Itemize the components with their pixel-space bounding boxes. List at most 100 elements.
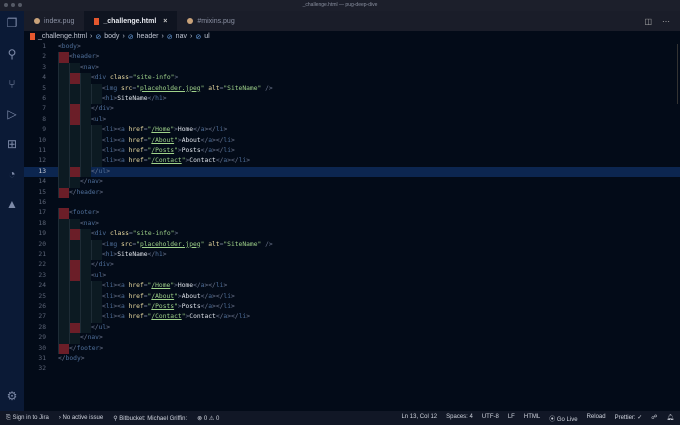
extensions-icon[interactable]: ⊞ xyxy=(5,137,19,151)
tab-index-pug[interactable]: index.pug xyxy=(24,11,85,31)
indent-guide xyxy=(91,135,102,146)
indent-guide xyxy=(80,83,91,94)
code-token: a xyxy=(120,292,129,300)
code-line[interactable]: 6 <h1>SiteName</h1> xyxy=(24,94,680,105)
code-line[interactable]: 10 <li><a href="/About">About</a></li> xyxy=(24,135,680,146)
code-line[interactable]: 19 <div class="site-info"> xyxy=(24,229,680,240)
code-token: div xyxy=(94,230,110,238)
indent-guide xyxy=(91,94,102,105)
code-line[interactable]: 12 <li><a href="/Contact">Contact</a></li… xyxy=(24,156,680,167)
gitlens-icon[interactable]: ◔ xyxy=(5,167,19,181)
breadcrumb-item[interactable]: nav xyxy=(176,33,187,40)
close-icon[interactable]: × xyxy=(163,18,167,25)
indent-guide xyxy=(80,229,91,240)
code-line[interactable]: 1 <body> xyxy=(24,42,680,52)
tab-mixins-pug[interactable]: #mixins.pug xyxy=(177,11,245,31)
code-token: alt xyxy=(208,240,220,248)
code-token: Contact xyxy=(189,157,216,165)
code-line[interactable]: 13 </ul> xyxy=(24,166,680,178)
indent-guide xyxy=(58,270,69,282)
code-line[interactable]: 5 <img src="placeholder.jpeg" alt="SiteNa… xyxy=(24,83,680,94)
jira-sign-in[interactable]: ⎘ Sign in to Jira xyxy=(6,415,49,422)
language-mode[interactable]: HTML xyxy=(524,414,540,423)
code-content: <h1>SiteName</h1> xyxy=(58,94,167,105)
breadcrumb-item[interactable]: ul xyxy=(204,33,209,40)
search-icon[interactable]: ⚲ xyxy=(5,47,19,61)
code-line[interactable]: 27 <li><a href="/Contact">Contact</a></li… xyxy=(24,312,680,323)
minimize-window-button[interactable] xyxy=(11,3,15,7)
code-content: <nav> xyxy=(58,62,99,74)
end-of-line[interactable]: LF xyxy=(508,414,515,423)
code-token: About xyxy=(181,136,201,144)
active-issue[interactable]: › No active issue xyxy=(59,415,103,421)
breadcrumb-item[interactable]: header xyxy=(137,33,159,40)
tab-challenge-html[interactable]: _challenge.html × xyxy=(84,11,178,31)
indent-guide xyxy=(58,156,69,167)
feedback-icon[interactable]: ☍ xyxy=(651,414,657,423)
code-token: nav xyxy=(87,178,99,186)
breadcrumb-item[interactable]: _challenge.html xyxy=(38,33,87,40)
go-live-button[interactable]: ⦿ Go Live xyxy=(549,414,577,423)
code-line[interactable]: 17 <footer> xyxy=(24,208,680,219)
error-icon: ⊗ xyxy=(197,415,203,422)
code-line[interactable]: 8 <ul> xyxy=(24,114,680,126)
bitbucket-icon[interactable]: ▲ xyxy=(5,197,19,211)
element-icon: ⊘ xyxy=(95,33,102,41)
code-line[interactable]: 26 <li><a href="/Posts">Posts</a></li> xyxy=(24,302,680,313)
code-token: >< xyxy=(113,313,121,321)
reload-button[interactable]: Reload xyxy=(587,414,606,423)
code-line[interactable]: 22 </div> xyxy=(24,260,680,271)
indent-guide xyxy=(69,333,80,344)
code-token: src xyxy=(120,84,133,92)
code-token: > xyxy=(80,355,85,362)
breadcrumb-item[interactable]: body xyxy=(104,33,119,40)
code-editor[interactable]: 1 <body> 2 <header> 3 <nav> 4 <div class="site-… xyxy=(24,42,680,405)
indent-guide xyxy=(58,52,69,63)
code-line[interactable]: 3 <nav> xyxy=(24,62,680,74)
explorer-icon[interactable]: ❐ xyxy=(5,16,19,30)
encoding[interactable]: UTF-8 xyxy=(482,414,499,423)
code-line[interactable]: 16 xyxy=(24,198,680,208)
bitbucket-status[interactable]: ⚲ Bitbucket: Michael Griffin: xyxy=(113,415,187,422)
code-line[interactable]: 24 <li><a href="/Home">Home</a></li> xyxy=(24,281,680,292)
notifications-bell-icon[interactable]: 🔔︎ xyxy=(666,414,674,423)
prettier-status[interactable]: Prettier: ✓ xyxy=(615,414,643,423)
code-line[interactable]: 31 </body> xyxy=(24,354,680,364)
code-line[interactable]: 7 </div> xyxy=(24,104,680,115)
indent-guide xyxy=(58,322,69,334)
code-line[interactable]: 30 </footer> xyxy=(24,343,680,354)
code-line[interactable]: 18 <nav> xyxy=(24,218,680,230)
code-line[interactable]: 14 </nav> xyxy=(24,177,680,188)
close-window-button[interactable] xyxy=(4,3,8,7)
code-content: </footer> xyxy=(58,343,103,354)
chevron-right-icon: › xyxy=(122,33,125,40)
indent-guide xyxy=(58,218,69,230)
source-control-icon[interactable]: ⑂ xyxy=(5,77,19,91)
indent-guide xyxy=(58,73,69,84)
code-line[interactable]: 2 <header> xyxy=(24,52,680,63)
split-editor-icon[interactable]: ◫ xyxy=(644,17,652,26)
code-line[interactable]: 32 xyxy=(24,364,680,374)
code-line[interactable]: 15 </header> xyxy=(24,187,680,198)
indentation[interactable]: Spaces: 4 xyxy=(446,414,473,423)
run-debug-icon[interactable]: ▷ xyxy=(5,107,19,121)
code-line[interactable]: 11 <li><a href="/Posts">Posts</a></li> xyxy=(24,146,680,157)
code-line[interactable]: 21 <h1>SiteName</h1> xyxy=(24,250,680,261)
code-line[interactable]: 28 </ul> xyxy=(24,322,680,334)
code-line[interactable]: 4 <div class="site-info"> xyxy=(24,73,680,84)
code-line[interactable]: 9 <li><a href="/Home">Home</a></li> xyxy=(24,125,680,136)
code-token: > xyxy=(231,136,235,144)
code-line[interactable]: 29 </nav> xyxy=(24,333,680,344)
code-line[interactable]: 23 <ul> xyxy=(24,270,680,282)
maximize-window-button[interactable] xyxy=(18,3,22,7)
code-line[interactable]: 25 <li><a href="/About">About</a></li> xyxy=(24,291,680,302)
code-token: ></ xyxy=(204,126,216,134)
window-controls[interactable] xyxy=(4,3,22,7)
problems-status[interactable]: ⊗ 0 ⚠ 0 xyxy=(197,415,219,422)
more-actions-icon[interactable]: ⋯ xyxy=(662,17,670,26)
code-line[interactable]: 20 <img src="placeholder.jpeg" alt="SiteN… xyxy=(24,239,680,250)
editor-tabs: index.pug _challenge.html × #mixins.pug xyxy=(24,11,680,31)
code-token: h1 xyxy=(155,251,163,258)
cursor-position[interactable]: Ln 13, Col 12 xyxy=(401,414,437,423)
settings-gear-icon[interactable]: ⚙ xyxy=(5,389,19,403)
